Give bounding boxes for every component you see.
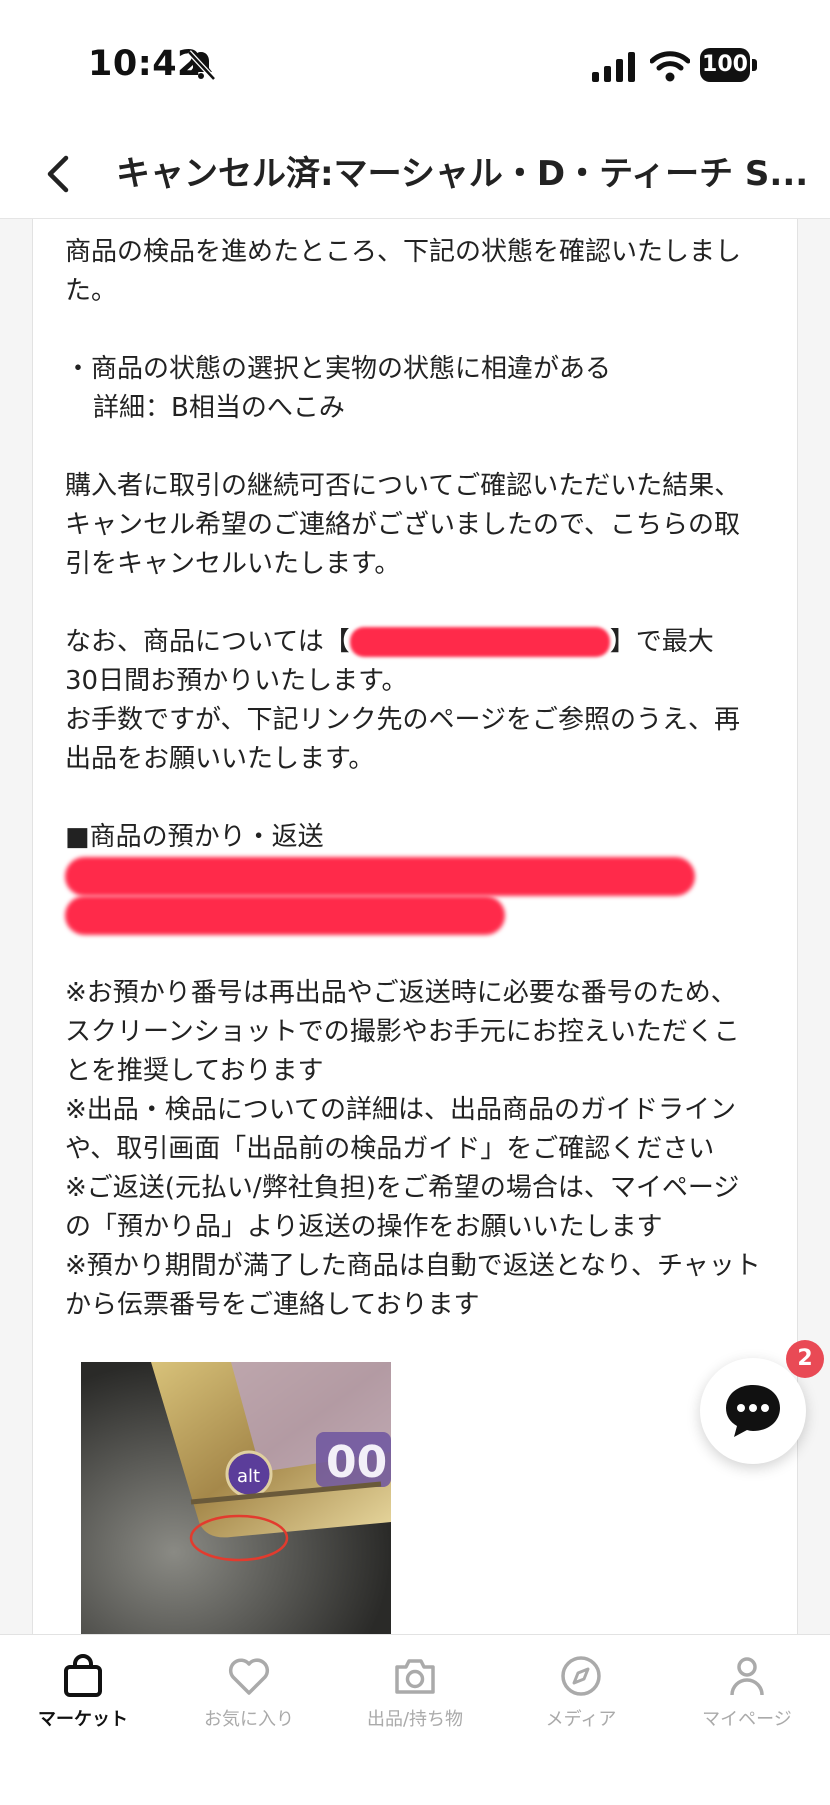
message-card: 商品の検品を進めたところ、下記の状態を確認いたしまし た。 ・商品の状態の選択と… — [32, 219, 798, 1634]
nav-media[interactable]: メディア — [498, 1653, 664, 1731]
person-icon — [730, 1657, 764, 1696]
note-line: とを推奨しております — [65, 1056, 324, 1086]
message-line: キャンセル希望のご連絡がございましたので、こちらの取 — [65, 510, 740, 540]
nav-label: マーケット — [38, 1709, 128, 1730]
bag-icon — [64, 1654, 102, 1697]
note-line: スクリーンショットでの撮影やお手元にお控えいただくこ — [65, 1017, 740, 1047]
bell-muted-icon — [187, 50, 216, 81]
attached-photo[interactable]: 00 alt — [81, 1362, 391, 1634]
message-line: なお、商品については【ＸＸＸＸＸＸＸＸＸＸ】で最大 — [65, 627, 714, 657]
redacted-link[interactable] — [65, 896, 505, 935]
message-line: お手数ですが、下記リンク先のページをご参照のうえ、再 — [65, 705, 740, 735]
camera-icon — [395, 1659, 435, 1694]
section-heading: ■商品の預かり・返送 — [65, 822, 324, 852]
bottom-nav: マーケット お気に入り 出品/持ち物 メディア マイページ — [0, 1634, 830, 1805]
battery-level: 100 — [700, 48, 750, 82]
note-line: や、取引画面「出品前の検品ガイド」をご確認ください — [65, 1134, 715, 1164]
message-line: 引をキャンセルいたします。 — [65, 549, 401, 579]
wifi-icon — [650, 51, 690, 82]
redacted-link[interactable] — [65, 857, 695, 896]
svg-text:alt: alt — [237, 1466, 260, 1487]
chat-button[interactable] — [700, 1358, 806, 1464]
nav-market[interactable]: マーケット — [0, 1653, 166, 1731]
message-line: 詳細：B相当のへこみ — [93, 393, 345, 423]
nav-listing[interactable]: 出品/持ち物 — [332, 1653, 498, 1731]
nav-label: メディア — [545, 1709, 617, 1730]
note-line: ※出品・検品についての詳細は、出品商品のガイドライン — [65, 1095, 737, 1125]
nav-favorites[interactable]: お気に入り — [166, 1653, 332, 1731]
page-title: キャンセル済:マーシャル・D・ティーチ S... — [116, 154, 809, 194]
nav-label: マイページ — [702, 1709, 792, 1730]
message-line: 出品をお願いいたします。 — [65, 744, 375, 774]
chat-unread-badge: 2 — [786, 1340, 824, 1378]
message-body: 商品の検品を進めたところ、下記の状態を確認いたしまし た。 ・商品の状態の選択と… — [65, 233, 775, 1325]
message-line: 購入者に取引の継続可否についてご確認いただいた結果、 — [65, 471, 741, 501]
status-bar: 10:42 100 — [0, 0, 830, 130]
message-line: ・商品の状態の選択と実物の状態に相違がある — [65, 354, 612, 384]
battery-icon: 100 — [700, 48, 758, 84]
note-line: から伝票番号をご連絡しております — [65, 1290, 480, 1320]
nav-label: お気に入り — [204, 1709, 294, 1730]
nav-mypage[interactable]: マイページ — [664, 1653, 830, 1731]
note-line: ※お預かり番号は再出品やご返送時に必要な番号のため、 — [65, 978, 737, 1008]
message-line: 商品の検品を進めたところ、下記の状態を確認いたしまし — [65, 237, 742, 267]
message-line: た。 — [65, 276, 118, 306]
chat-bubble-icon — [726, 1385, 780, 1437]
nav-label: 出品/持ち物 — [366, 1709, 464, 1730]
heart-icon — [228, 1658, 270, 1695]
note-line: ※預かり期間が満了した商品は自動で返送となり、チャット — [65, 1251, 761, 1281]
card-photo-image: 00 alt — [81, 1362, 391, 1634]
message-line: 30日間お預かりいたします。 — [65, 666, 408, 696]
note-line: ※ご返送(元払い/弊社負担)をご希望の場合は、マイページ — [65, 1173, 740, 1203]
header-bar: キャンセル済:マーシャル・D・ティーチ S... — [0, 130, 830, 219]
compass-icon — [561, 1656, 601, 1696]
back-chevron-icon[interactable] — [40, 152, 76, 196]
redacted-location: ＸＸＸＸＸＸＸＸＸＸ — [349, 627, 610, 657]
svg-text:00: 00 — [326, 1437, 387, 1488]
note-line: の「預かり品」より返送の操作をお願いいたします — [65, 1212, 663, 1242]
cellular-signal-icon — [592, 52, 635, 82]
